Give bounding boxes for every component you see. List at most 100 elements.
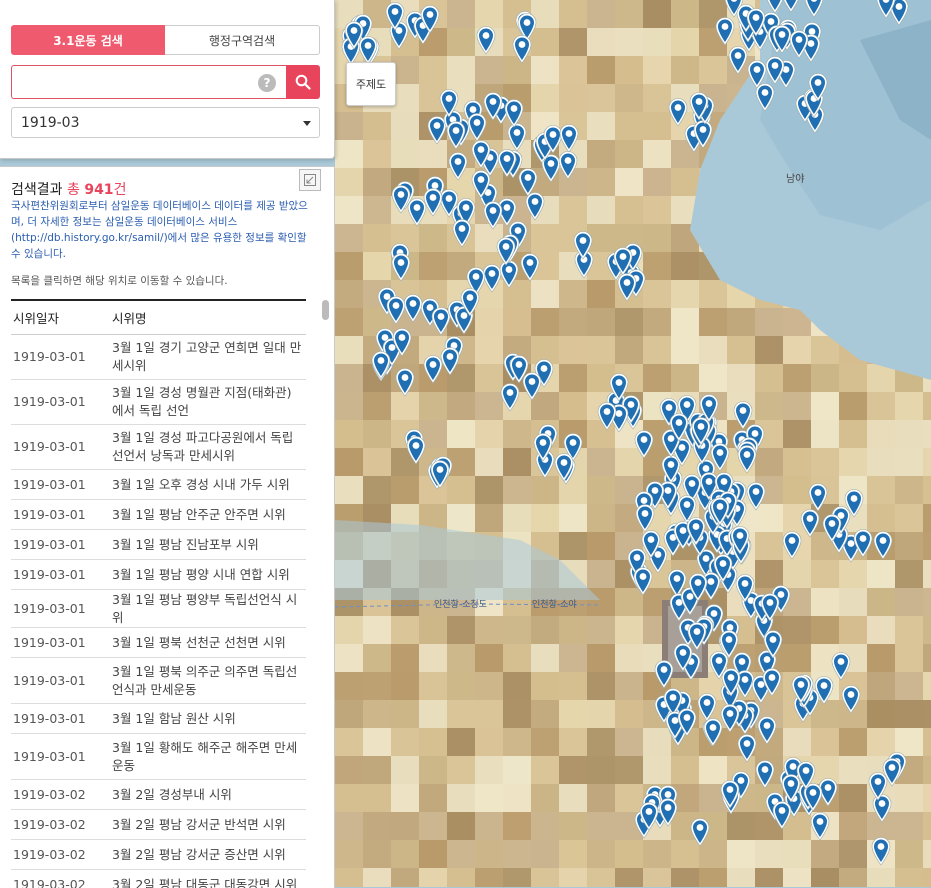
- map-pin-icon[interactable]: [803, 0, 825, 18]
- map-pin-icon[interactable]: [759, 592, 781, 622]
- map-pin-icon[interactable]: [608, 372, 630, 402]
- map-pin-icon[interactable]: [657, 797, 679, 827]
- map-pin-icon[interactable]: [790, 674, 812, 704]
- table-row[interactable]: 1919-03-013월 1일 황해도 해주군 해주면 만세운동: [11, 734, 306, 780]
- map-pin-icon[interactable]: [689, 817, 711, 847]
- map-pin-icon[interactable]: [687, 572, 709, 602]
- results-scrollbar[interactable]: [321, 299, 330, 888]
- map-pin-icon[interactable]: [405, 435, 427, 465]
- map-pin-icon[interactable]: [495, 236, 517, 266]
- table-row[interactable]: 1919-03-013월 1일 평북 의주군 의주면 독립선언식과 만세운동: [11, 658, 306, 704]
- table-row[interactable]: 1919-03-013월 1일 평남 안주군 안주면 시위: [11, 500, 306, 530]
- map-pin-icon[interactable]: [370, 350, 392, 380]
- tab-region-search[interactable]: 행정구역검색: [165, 25, 320, 55]
- map-pin-icon[interactable]: [482, 91, 504, 121]
- map-pin-icon[interactable]: [690, 416, 712, 446]
- help-icon[interactable]: ?: [258, 74, 276, 92]
- map-pin-icon[interactable]: [511, 34, 533, 64]
- map-pin-icon[interactable]: [385, 295, 407, 325]
- map-pin-icon[interactable]: [521, 371, 543, 401]
- map-pin-icon[interactable]: [696, 692, 718, 722]
- map-pin-icon[interactable]: [384, 1, 406, 31]
- map-pin-icon[interactable]: [553, 452, 575, 482]
- date-select[interactable]: 1919-03: [11, 107, 320, 138]
- map-pin-icon[interactable]: [524, 191, 546, 221]
- map-pin-icon[interactable]: [596, 401, 618, 431]
- map-pin-icon[interactable]: [870, 836, 892, 866]
- map-pin-icon[interactable]: [632, 566, 654, 596]
- map-pin-icon[interactable]: [875, 0, 897, 19]
- map-pin-icon[interactable]: [809, 811, 831, 841]
- map-pin-icon[interactable]: [668, 412, 690, 442]
- table-row[interactable]: 1919-03-013월 1일 오후 경성 시내 가두 시위: [11, 470, 306, 500]
- map-pin-icon[interactable]: [734, 573, 756, 603]
- map-pin-icon[interactable]: [807, 72, 829, 102]
- table-row[interactable]: 1919-03-023월 2일 평남 대동군 대동강면 시위: [11, 870, 306, 888]
- map-pin-icon[interactable]: [343, 20, 365, 50]
- map-pin-icon[interactable]: [667, 97, 689, 127]
- tab-samil-search[interactable]: 3.1운동 검색: [11, 25, 165, 55]
- table-row[interactable]: 1919-03-013월 1일 함남 원산 시위: [11, 704, 306, 734]
- map-pin-icon[interactable]: [429, 459, 451, 489]
- map-pin-icon[interactable]: [780, 0, 802, 13]
- map-pin-icon[interactable]: [391, 327, 413, 357]
- map-pin-icon[interactable]: [732, 400, 754, 430]
- map-pin-icon[interactable]: [709, 496, 731, 526]
- scrollbar-thumb[interactable]: [322, 300, 329, 320]
- table-row[interactable]: 1919-03-013월 1일 평남 평양 시내 연합 시위: [11, 560, 306, 590]
- map-pin-icon[interactable]: [557, 150, 579, 180]
- map-pin-icon[interactable]: [881, 757, 903, 787]
- map-pin-icon[interactable]: [532, 432, 554, 462]
- map-pin-icon[interactable]: [795, 760, 817, 790]
- map-pin-icon[interactable]: [771, 800, 793, 830]
- map-pin-icon[interactable]: [616, 272, 638, 302]
- map-pin-icon[interactable]: [445, 120, 467, 150]
- map-pin-icon[interactable]: [459, 287, 481, 317]
- table-row[interactable]: 1919-03-013월 1일 평남 진남포부 시위: [11, 530, 306, 560]
- table-row[interactable]: 1919-03-013월 1일 경기 고양군 연희면 일대 만세시위: [11, 335, 306, 380]
- map-pin-icon[interactable]: [422, 354, 444, 384]
- map-pin-icon[interactable]: [390, 252, 412, 282]
- map-pin-icon[interactable]: [719, 703, 741, 733]
- search-button[interactable]: [286, 65, 320, 99]
- table-row[interactable]: 1919-03-023월 2일 평남 강서군 반석면 시위: [11, 810, 306, 840]
- map-pin-icon[interactable]: [729, 525, 751, 555]
- map-pin-icon[interactable]: [761, 667, 783, 697]
- map-pin-icon[interactable]: [394, 367, 416, 397]
- map-pin-icon[interactable]: [633, 429, 655, 459]
- map-pin-icon[interactable]: [872, 530, 894, 560]
- map-pin-icon[interactable]: [519, 252, 541, 282]
- table-row[interactable]: 1919-03-013월 1일 평북 선천군 선천면 시위: [11, 628, 306, 658]
- map-pin-icon[interactable]: [745, 7, 767, 37]
- map-pin-icon[interactable]: [499, 382, 521, 412]
- map-pin-icon[interactable]: [712, 553, 734, 583]
- map-pin-icon[interactable]: [572, 230, 594, 260]
- map-pin-icon[interactable]: [676, 707, 698, 737]
- theme-map-button[interactable]: 주제도: [346, 62, 396, 106]
- map-pin-icon[interactable]: [470, 139, 492, 169]
- map-pin-icon[interactable]: [451, 218, 473, 248]
- map-pin-icon[interactable]: [447, 151, 469, 181]
- map-pin-icon[interactable]: [762, 629, 784, 659]
- map-pin-icon[interactable]: [438, 88, 460, 118]
- map-pin-icon[interactable]: [719, 779, 741, 809]
- table-row[interactable]: 1919-03-023월 2일 평남 강서군 증산면 시위: [11, 840, 306, 870]
- map-pin-icon[interactable]: [672, 642, 694, 672]
- map-pin-icon[interactable]: [840, 684, 862, 714]
- map-pin-icon[interactable]: [754, 82, 776, 112]
- table-row[interactable]: 1919-03-023월 2일 경성부내 시위: [11, 780, 306, 810]
- map-pin-icon[interactable]: [788, 29, 810, 59]
- table-row[interactable]: 1919-03-013월 1일 경성 명월관 지점(태화관)에서 독립 선언: [11, 380, 306, 425]
- search-input[interactable]: ?: [11, 65, 286, 99]
- map-pin-icon[interactable]: [720, 667, 742, 697]
- data-source-notice[interactable]: 국사편찬위원회로부터 삼일운동 데이터베이스 데이터를 제공 받았으며, 더 자…: [11, 198, 317, 262]
- map-pin-icon[interactable]: [419, 4, 441, 34]
- map-pin-icon[interactable]: [799, 508, 821, 538]
- table-row[interactable]: 1919-03-013월 1일 경성 파고다공원에서 독립선언서 낭독과 만세시…: [11, 425, 306, 470]
- map-pin-icon[interactable]: [422, 187, 444, 217]
- map-pin-icon[interactable]: [470, 169, 492, 199]
- map-pin-icon[interactable]: [503, 98, 525, 128]
- table-row[interactable]: 1919-03-013월 1일 평남 평양부 독립선언식 시위: [11, 590, 306, 628]
- map-pin-icon[interactable]: [736, 444, 758, 474]
- map-pin-icon[interactable]: [482, 200, 504, 230]
